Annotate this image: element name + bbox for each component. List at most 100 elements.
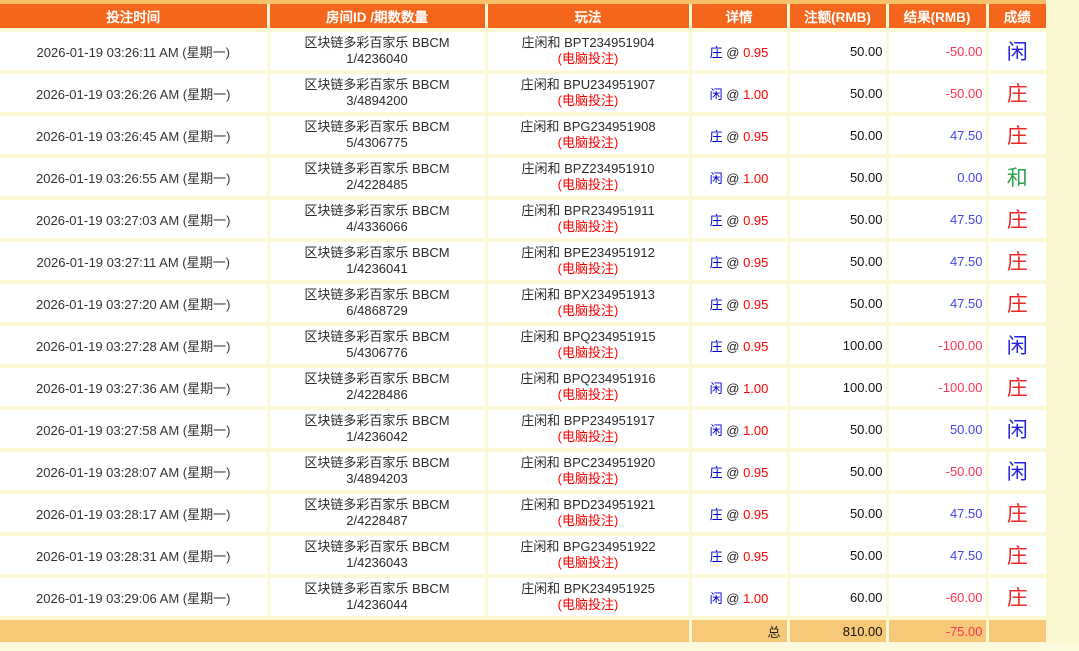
outcome-cell: 和 [987, 156, 1046, 200]
play-type-cell: 庄闲和 BPZ234951910 (电脑投注) [486, 156, 692, 200]
column-header-play-type: 玩法 [486, 4, 692, 32]
bet-time-cell: 2026-01-19 03:27:58 AM (星期一) [0, 408, 270, 452]
table-row: 2026-01-19 03:26:45 AM (星期一) 区块链多彩百家乐 BB… [0, 114, 1046, 158]
bet-time-cell: 2026-01-19 03:27:20 AM (星期一) [0, 282, 270, 326]
play-mode: (电脑投注) [557, 51, 619, 66]
bet-amount-cell: 60.00 [788, 576, 889, 620]
bet-amount-cell: 50.00 [788, 114, 889, 158]
room-period: 2/4228486 [346, 387, 408, 402]
table-row: 2026-01-19 03:27:36 AM (星期一) 区块链多彩百家乐 BB… [0, 366, 1046, 410]
play-type-cell: 庄闲和 BPK234951925 (电脑投注) [486, 576, 692, 620]
room-name: 区块链多彩百家乐 BBCM [304, 77, 450, 92]
bet-time-cell: 2026-01-19 03:27:11 AM (星期一) [0, 240, 270, 284]
bet-time-cell: 2026-01-19 03:27:36 AM (星期一) [0, 366, 270, 410]
bet-amount-cell: 50.00 [788, 408, 889, 452]
bet-rate: 1.00 [743, 590, 769, 606]
room-period: 1/4236042 [346, 429, 408, 444]
bet-detail-cell: 庄 @ 0.95 [690, 324, 790, 368]
bet-rate: 0.95 [743, 44, 769, 60]
bet-result-cell: 0.00 [887, 156, 989, 200]
outcome-cell: 庄 [987, 114, 1046, 158]
room-id-cell: 区块链多彩百家乐 BBCM 3/4894200 [268, 72, 488, 116]
play-name: 庄闲和 BPQ234951915 [520, 329, 656, 344]
play-mode: (电脑投注) [557, 93, 619, 108]
play-type-cell: 庄闲和 BPG234951908 (电脑投注) [486, 114, 692, 158]
bet-time-cell: 2026-01-19 03:28:07 AM (星期一) [0, 450, 270, 494]
at-symbol: @ [726, 338, 740, 354]
play-type-cell: 庄闲和 BPQ234951916 (电脑投注) [486, 366, 692, 410]
bet-rate: 0.95 [743, 254, 769, 270]
outcome-cell: 闲 [987, 30, 1046, 74]
total-label: 总 [690, 618, 790, 646]
play-type-cell: 庄闲和 BPT234951904 (电脑投注) [486, 30, 692, 74]
bet-time-cell: 2026-01-19 03:29:06 AM (星期一) [0, 576, 270, 620]
bet-pick: 闲 [709, 590, 723, 606]
at-symbol: @ [726, 506, 740, 522]
bet-result-cell: 47.50 [887, 114, 989, 158]
bet-history-table: 投注时间 房间ID /期数数量 玩法 详情 注额(RMB) 结果(RMB) 成绩… [0, 4, 1046, 646]
outcome-cell: 闲 [987, 450, 1046, 494]
bet-amount-cell: 50.00 [788, 30, 889, 74]
outcome-cell: 庄 [987, 576, 1046, 620]
bet-detail-cell: 闲 @ 1.00 [690, 366, 790, 410]
room-id-cell: 区块链多彩百家乐 BBCM 2/4228487 [268, 492, 488, 536]
play-name: 庄闲和 BPD234951921 [520, 497, 656, 512]
room-name: 区块链多彩百家乐 BBCM [304, 203, 450, 218]
bet-detail-cell: 庄 @ 0.95 [690, 198, 790, 242]
bet-detail-cell: 庄 @ 0.95 [690, 240, 790, 284]
at-symbol: @ [726, 548, 740, 564]
bet-result-cell: -60.00 [887, 576, 989, 620]
room-period: 1/4236041 [346, 261, 408, 276]
bet-result-cell: 47.50 [887, 240, 989, 284]
outcome-cell: 庄 [987, 366, 1046, 410]
room-id-cell: 区块链多彩百家乐 BBCM 1/4236040 [268, 30, 488, 74]
room-name: 区块链多彩百家乐 BBCM [304, 455, 450, 470]
bottom-strip [0, 643, 1079, 651]
play-type-cell: 庄闲和 BPU234951907 (电脑投注) [486, 72, 692, 116]
room-id-cell: 区块链多彩百家乐 BBCM 5/4306776 [268, 324, 488, 368]
room-name: 区块链多彩百家乐 BBCM [304, 35, 450, 50]
bet-amount-cell: 50.00 [788, 72, 889, 116]
room-id-cell: 区块链多彩百家乐 BBCM 4/4336066 [268, 198, 488, 242]
room-name: 区块链多彩百家乐 BBCM [304, 371, 450, 386]
bet-pick: 闲 [709, 86, 723, 102]
play-mode: (电脑投注) [557, 471, 619, 486]
play-type-cell: 庄闲和 BPD234951921 (电脑投注) [486, 492, 692, 536]
play-name: 庄闲和 BPT234951904 [521, 35, 655, 50]
at-symbol: @ [726, 464, 740, 480]
play-name: 庄闲和 BPC234951920 [520, 455, 656, 470]
bet-pick: 闲 [709, 380, 723, 396]
play-name: 庄闲和 BPK234951925 [521, 581, 655, 596]
bet-rate: 0.95 [743, 128, 769, 144]
play-type-cell: 庄闲和 BPE234951912 (电脑投注) [486, 240, 692, 284]
outcome-cell: 闲 [987, 408, 1046, 452]
outcome-cell: 庄 [987, 282, 1046, 326]
room-name: 区块链多彩百家乐 BBCM [304, 329, 450, 344]
room-period: 2/4228487 [346, 513, 408, 528]
room-name: 区块链多彩百家乐 BBCM [304, 245, 450, 260]
bet-time-cell: 2026-01-19 03:27:28 AM (星期一) [0, 324, 270, 368]
bet-amount-cell: 100.00 [788, 324, 889, 368]
play-name: 庄闲和 BPZ234951910 [521, 161, 655, 176]
column-header-detail: 详情 [690, 4, 790, 32]
bet-pick: 庄 [709, 338, 723, 354]
bet-result-cell: -100.00 [887, 324, 989, 368]
bet-result-cell: -100.00 [887, 366, 989, 410]
table-row: 2026-01-19 03:29:06 AM (星期一) 区块链多彩百家乐 BB… [0, 576, 1046, 620]
bet-amount-cell: 50.00 [788, 282, 889, 326]
bet-rate: 0.95 [743, 464, 769, 480]
play-name: 庄闲和 BPE234951912 [521, 245, 655, 260]
at-symbol: @ [726, 44, 740, 60]
play-mode: (电脑投注) [557, 429, 619, 444]
play-mode: (电脑投注) [557, 261, 619, 276]
bet-pick: 闲 [709, 422, 723, 438]
bet-time-cell: 2026-01-19 03:26:55 AM (星期一) [0, 156, 270, 200]
play-name: 庄闲和 BPG234951908 [520, 119, 656, 134]
table-body: 2026-01-19 03:26:11 AM (星期一) 区块链多彩百家乐 BB… [0, 30, 1046, 620]
total-row: 总 810.00 -75.00 [0, 618, 1046, 646]
room-period: 1/4236043 [346, 555, 408, 570]
outcome-cell: 庄 [987, 534, 1046, 578]
bet-rate: 1.00 [743, 380, 769, 396]
at-symbol: @ [726, 590, 740, 606]
bet-time-cell: 2026-01-19 03:26:11 AM (星期一) [0, 30, 270, 74]
